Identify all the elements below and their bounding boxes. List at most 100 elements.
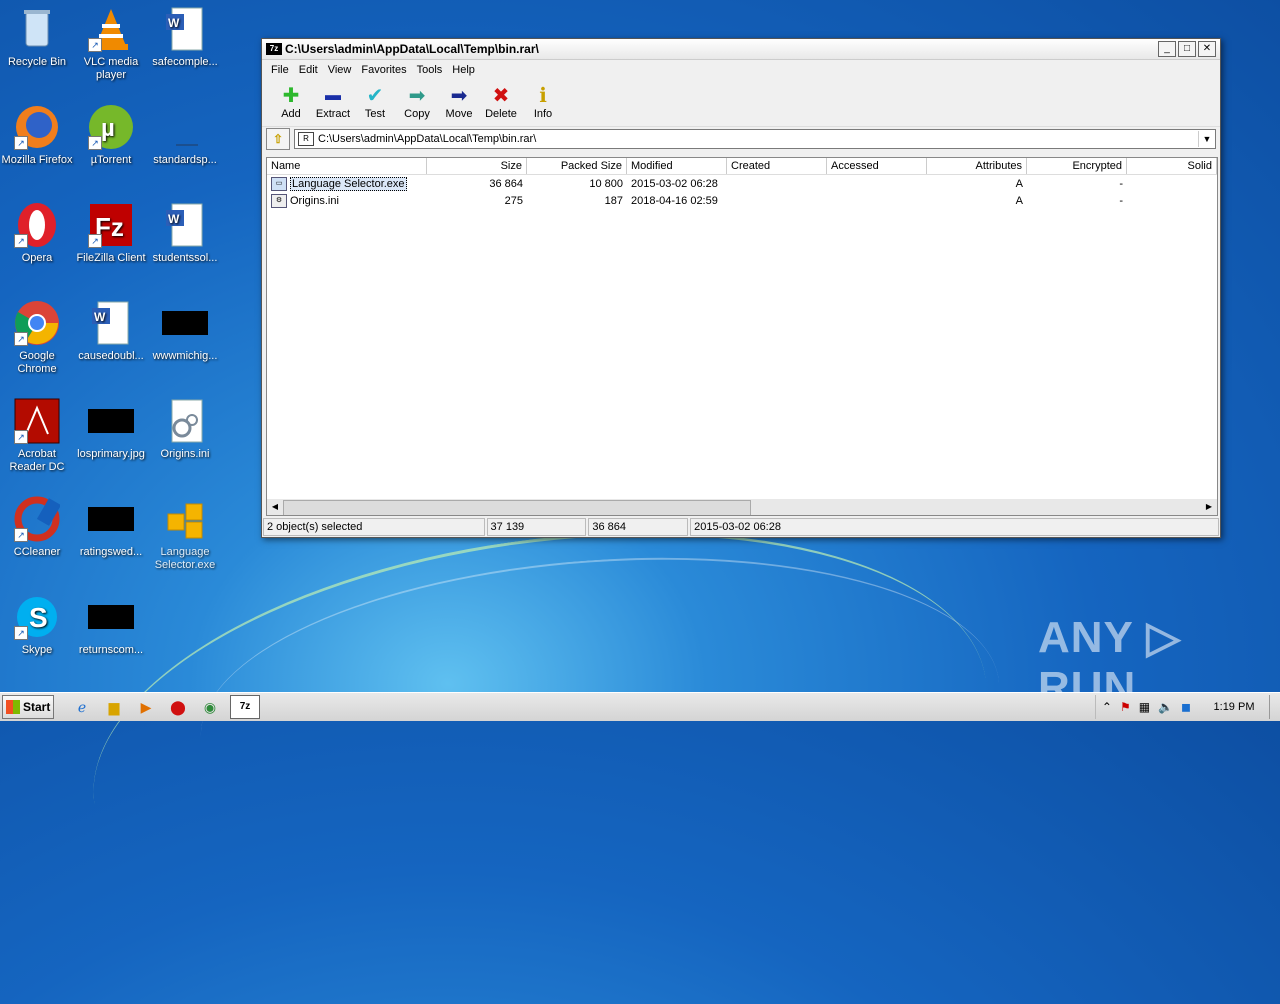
desktop-icon-ccleaner[interactable]: ↗ CCleaner (0, 496, 74, 559)
column-attributes[interactable]: Attributes (927, 158, 1027, 174)
file-packed-size: 187 (604, 194, 623, 207)
tray-expand-icon[interactable]: ⌃ (1102, 700, 1112, 714)
exe-app-icon (162, 496, 208, 542)
file-name: Language Selector.exe (290, 176, 407, 191)
desktop-icon-vlc[interactable]: ↗ VLC media player (74, 6, 148, 82)
column-accessed[interactable]: Accessed (827, 158, 927, 174)
7zip-taskbar-button[interactable]: 7z (230, 695, 260, 719)
desktop-icon-ratingswed[interactable]: ratingswed... (74, 496, 148, 559)
close-button[interactable]: ✕ (1198, 41, 1216, 57)
status-selected-size: 36 864 (588, 518, 689, 536)
media-player-icon[interactable]: ▶ (134, 696, 158, 718)
copy-button[interactable]: ➡ Copy (396, 80, 438, 120)
chevron-down-icon[interactable]: ▼ (1198, 131, 1215, 147)
word-document-icon: W (88, 300, 134, 346)
scrollbar-thumb[interactable] (283, 500, 751, 515)
column-name[interactable]: Name (267, 158, 427, 174)
desktop-icon-studentssol[interactable]: W studentssol... (148, 202, 222, 265)
settings-file-icon (162, 398, 208, 444)
desktop-icon-losprimary[interactable]: losprimary.jpg (74, 398, 148, 461)
desktop-icon-utorrent[interactable]: µ ↗ µTorrent (74, 104, 148, 167)
move-button[interactable]: ➡ Move (438, 80, 480, 120)
svg-text:S: S (29, 602, 48, 633)
firefox-icon: ↗ (14, 104, 60, 150)
desktop-icon-acrobat[interactable]: ↗ Acrobat Reader DC (0, 398, 74, 474)
file-modified: 2015-03-02 06:28 (631, 177, 718, 190)
window-title: C:\Users\admin\AppData\Local\Temp\bin.ra… (285, 42, 539, 56)
opera-taskbar-icon[interactable]: ⬤ (166, 696, 190, 718)
ini-file-icon: ⚙ (271, 193, 287, 208)
file-encrypted: - (1119, 194, 1123, 207)
volume-icon[interactable]: 🔈 (1158, 700, 1173, 714)
maximize-button[interactable]: □ (1178, 41, 1196, 57)
delete-button[interactable]: ✖ Delete (480, 80, 522, 120)
desktop-icon-filezilla[interactable]: Fz ↗ FileZilla Client (74, 202, 148, 265)
folder-icon[interactable]: ▆ (102, 696, 126, 718)
window-titlebar[interactable]: 7z C:\Users\admin\AppData\Local\Temp\bin… (262, 39, 1220, 60)
shortcut-arrow-icon: ↗ (14, 528, 28, 542)
language-icon[interactable]: ◼ (1181, 700, 1191, 714)
desktop-icon-causedoubl[interactable]: W causedoubl... (74, 300, 148, 363)
test-button[interactable]: ✔ Test (354, 80, 396, 120)
desktop-icon-safecomple[interactable]: W safecomple... (148, 6, 222, 69)
column-solid[interactable]: Solid (1127, 158, 1217, 174)
table-row[interactable]: ⚙ Origins.ini 275 187 2018-04-16 02:59 A … (267, 192, 1217, 209)
info-button[interactable]: ℹ Info (522, 80, 564, 120)
shortcut-arrow-icon: ↗ (14, 430, 28, 444)
menu-file[interactable]: File (266, 64, 294, 76)
column-encrypted[interactable]: Encrypted (1027, 158, 1127, 174)
desktop-icon-firefox[interactable]: ↗ Mozilla Firefox (0, 104, 74, 167)
file-list: Name Size Packed Size Modified Created A… (266, 157, 1218, 516)
desktop-icon-origins-ini[interactable]: Origins.ini (148, 398, 222, 461)
status-modified: 2015-03-02 06:28 (690, 518, 1219, 536)
start-button[interactable]: Start (2, 695, 54, 719)
desktop-icon-skype[interactable]: S ↗ Skype (0, 594, 74, 657)
action-center-icon[interactable]: ⚑ (1120, 700, 1131, 714)
svg-text:W: W (94, 310, 106, 324)
desktop-icon-chrome[interactable]: ↗ Google Chrome (0, 300, 74, 376)
utorrent-icon: µ ↗ (88, 104, 134, 150)
address-input[interactable]: R C:\Users\admin\AppData\Local\Temp\bin.… (294, 129, 1216, 149)
extract-button[interactable]: ▬ Extract (312, 80, 354, 120)
menu-help[interactable]: Help (447, 64, 480, 76)
filezilla-icon: Fz ↗ (88, 202, 134, 248)
show-desktop-button[interactable] (1269, 695, 1280, 719)
menu-tools[interactable]: Tools (412, 64, 448, 76)
column-packed-size[interactable]: Packed Size (527, 158, 627, 174)
column-size[interactable]: Size (427, 158, 527, 174)
desktop-icon-returnscom[interactable]: returnscom... (74, 594, 148, 657)
column-modified[interactable]: Modified (627, 158, 727, 174)
menu-edit[interactable]: Edit (294, 64, 323, 76)
file-encrypted: - (1119, 177, 1123, 190)
internet-explorer-icon[interactable]: ℯ (70, 696, 94, 718)
copy-arrow-icon: ➡ (408, 85, 426, 107)
shortcut-arrow-icon: ↗ (14, 234, 28, 248)
info-icon: ℹ (539, 85, 547, 107)
scroll-left-icon[interactable]: ◀ (267, 499, 283, 515)
clock[interactable]: 1:19 PM (1199, 701, 1269, 713)
desktop-icon-wwwmichig[interactable]: wwwmichig... (148, 300, 222, 363)
horizontal-scrollbar[interactable]: ◀ ▶ (267, 499, 1217, 515)
add-button[interactable]: ✚ Add (270, 80, 312, 120)
svg-text:W: W (168, 16, 180, 30)
desktop-icon-standardsp[interactable]: standardsp... (148, 104, 222, 167)
desktop-icon-opera[interactable]: ↗ Opera (0, 202, 74, 265)
menu-view[interactable]: View (323, 64, 357, 76)
minimize-button[interactable]: _ (1158, 41, 1176, 57)
7zip-window: 7z C:\Users\admin\AppData\Local\Temp\bin… (261, 38, 1221, 538)
desktop-icon-language-selector[interactable]: Language Selector.exe (148, 496, 222, 572)
ccleaner-icon: ↗ (14, 496, 62, 542)
scroll-right-icon[interactable]: ▶ (1201, 499, 1217, 515)
chrome-taskbar-icon[interactable]: ◉ (198, 696, 222, 718)
desktop-icon-recycle-bin[interactable]: Recycle Bin (0, 6, 74, 69)
network-icon[interactable]: ▦ (1139, 700, 1150, 714)
menu-favorites[interactable]: Favorites (356, 64, 411, 76)
file-packed-size: 10 800 (589, 177, 623, 190)
file-attributes: A (1015, 177, 1023, 190)
column-headers: Name Size Packed Size Modified Created A… (267, 158, 1217, 175)
column-created[interactable]: Created (727, 158, 827, 174)
up-folder-button[interactable]: ⇧ (266, 128, 290, 150)
svg-text:W: W (168, 212, 180, 226)
table-row[interactable]: ▭ Language Selector.exe 36 864 10 800 201… (267, 175, 1217, 192)
word-document-icon: W (162, 6, 208, 52)
